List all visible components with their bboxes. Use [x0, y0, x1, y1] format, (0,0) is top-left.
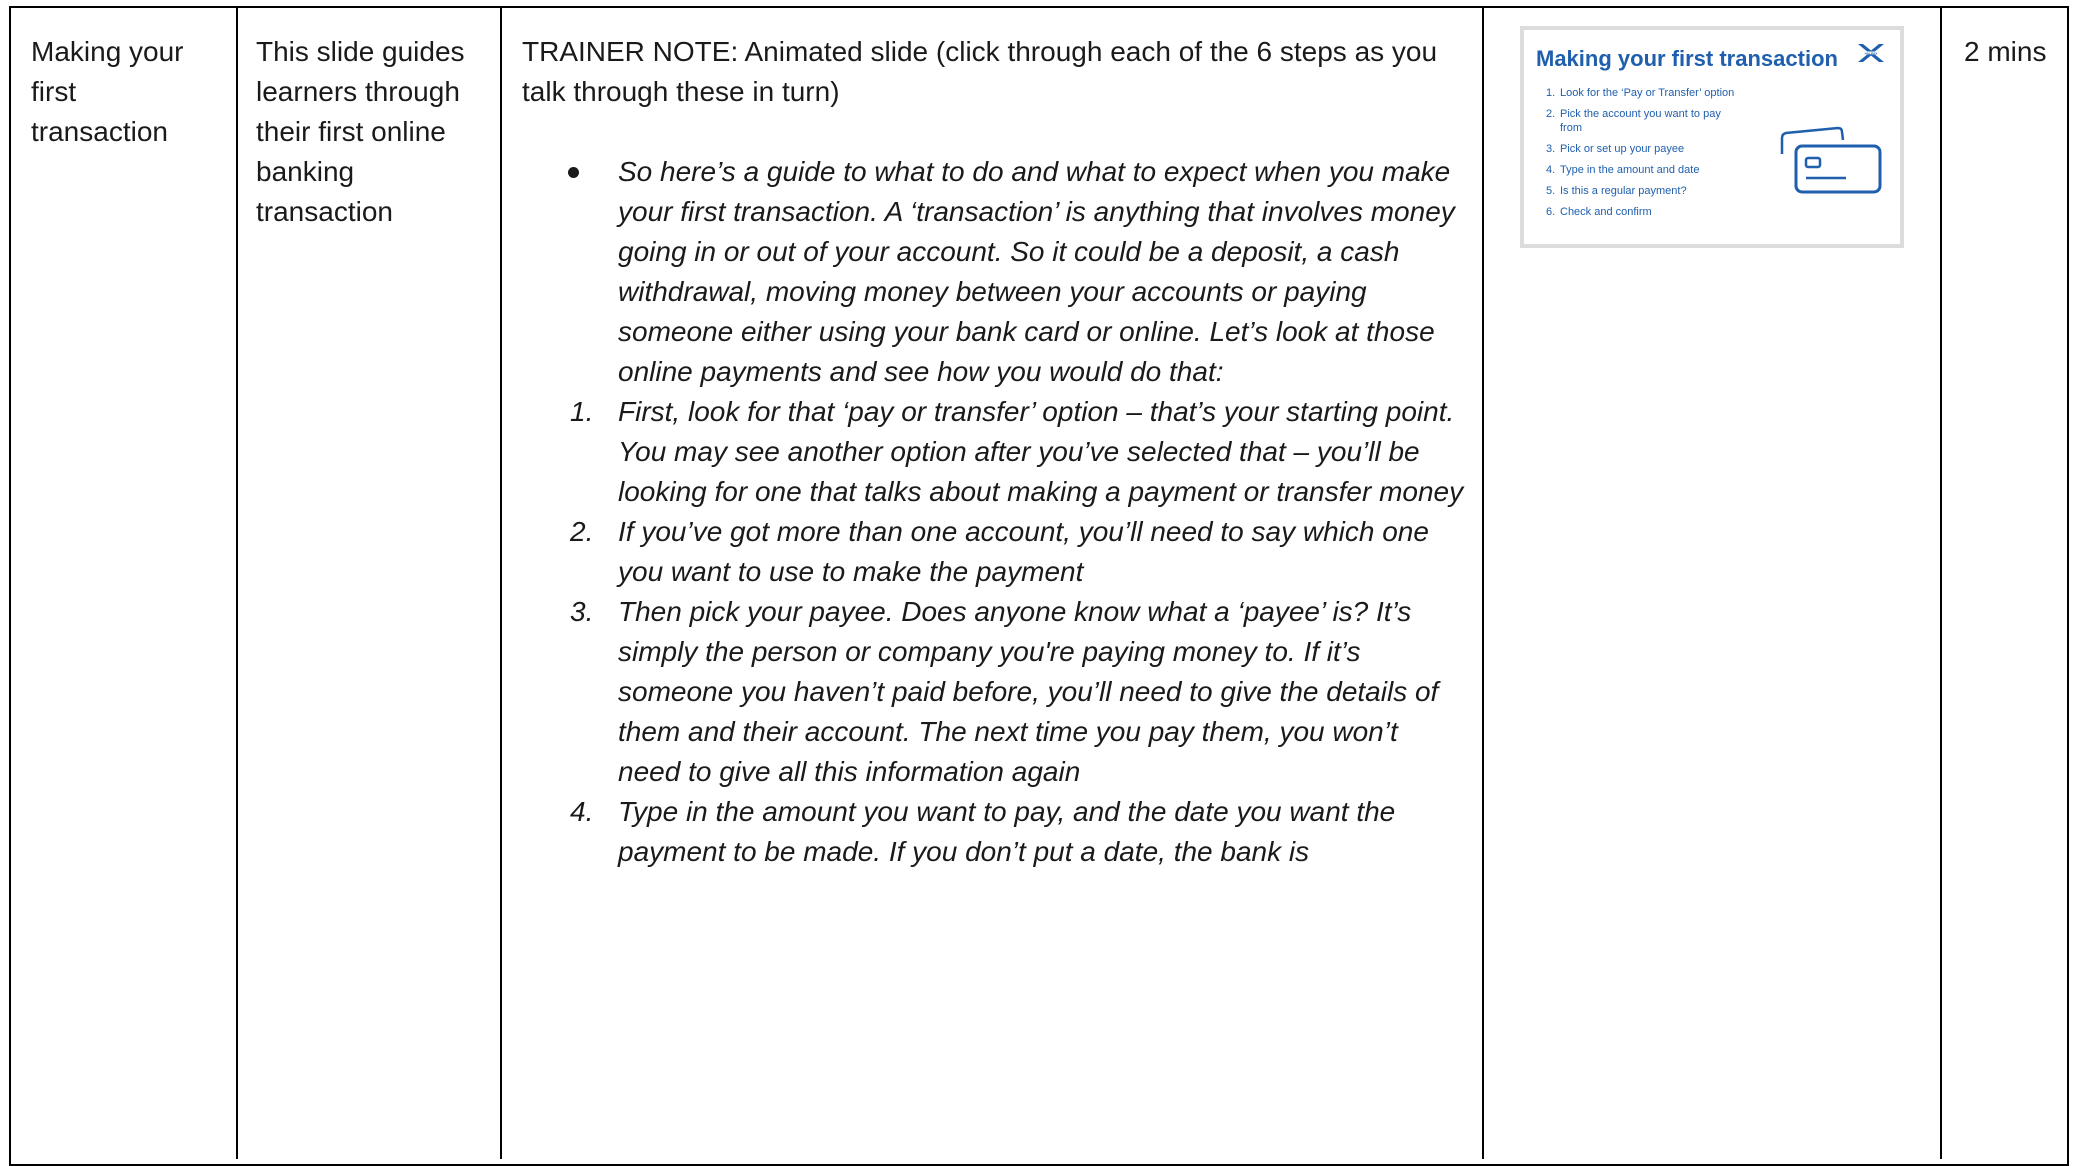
step-number: 1.: [570, 396, 594, 427]
speaker-notes-cell: TRAINER NOTE: Animated slide (click thro…: [502, 6, 1482, 1159]
list-item: 3. Then pick your payee. Does anyone kno…: [522, 592, 1464, 792]
step-text: Then pick your payee. Does anyone know w…: [618, 596, 1439, 787]
step-text: If you’ve got more than one account, you…: [618, 516, 1429, 587]
step-number: 5.: [1546, 185, 1556, 197]
step-text: Type in the amount and date: [1560, 164, 1700, 176]
step-text: Is this a regular payment?: [1560, 185, 1687, 197]
list-item: 1. First, look for that ‘pay or transfer…: [522, 392, 1464, 512]
step-text: Check and confirm: [1560, 206, 1652, 218]
thumbnail-steps: 1. Look for the ‘Pay or Transfer’ option …: [1546, 86, 1766, 226]
section-title: Making your first transaction: [31, 36, 184, 147]
bank-cards-icon: [1780, 126, 1882, 194]
slide-thumbnail[interactable]: Making your first transaction HALIFAX 1.…: [1520, 26, 1904, 248]
step-text: Pick the account you want to pay from: [1560, 108, 1721, 134]
description-cell: This slide guides learners through their…: [238, 6, 500, 1159]
step-text: Pick or set up your payee: [1560, 143, 1685, 155]
slide-description: This slide guides learners through their…: [256, 36, 465, 227]
list-item: 2. Pick the account you want to pay from: [1546, 107, 1740, 135]
list-item: 6. Check and confirm: [1546, 205, 1766, 219]
duration: 2 mins: [1964, 36, 2047, 67]
step-number: 4.: [1546, 164, 1556, 176]
thumbnail-title: Making your first transaction: [1536, 46, 1838, 71]
step-number: 2.: [570, 516, 594, 547]
list-item: So here’s a guide to what to do and what…: [522, 152, 1464, 392]
step-number: 2.: [1546, 108, 1556, 120]
trainer-note: TRAINER NOTE: Animated slide (click thro…: [522, 36, 1438, 107]
list-item: 4. Type in the amount you want to pay, a…: [522, 792, 1464, 872]
halifax-logo-icon: HALIFAX: [1858, 44, 1884, 62]
intro-text: So here’s a guide to what to do and what…: [618, 156, 1455, 387]
list-item: 2. If you’ve got more than one account, …: [522, 512, 1464, 592]
step-number: 1.: [1546, 87, 1556, 99]
section-title-cell: Making your first transaction: [11, 6, 236, 1159]
list-item: 4. Type in the amount and date: [1546, 163, 1766, 177]
step-number: 3.: [570, 596, 594, 627]
list-item: 3. Pick or set up your payee: [1546, 142, 1766, 156]
step-text: First, look for that ‘pay or transfer’ o…: [618, 396, 1464, 507]
step-number: 6.: [1546, 206, 1556, 218]
bullet-icon: [568, 167, 579, 178]
speaker-script: So here’s a guide to what to do and what…: [522, 152, 1464, 872]
list-item: 5. Is this a regular payment?: [1546, 184, 1766, 198]
slide-preview-cell: Making your first transaction HALIFAX 1.…: [1484, 6, 1940, 1159]
step-number: 4.: [570, 796, 594, 827]
logo-text: HALIFAX: [1865, 51, 1878, 55]
step-text: Type in the amount you want to pay, and …: [618, 796, 1396, 867]
duration-cell: 2 mins: [1942, 6, 2068, 1159]
step-number: 3.: [1546, 143, 1556, 155]
step-text: Look for the ‘Pay or Transfer’ option: [1560, 87, 1735, 99]
list-item: 1. Look for the ‘Pay or Transfer’ option: [1546, 86, 1766, 100]
